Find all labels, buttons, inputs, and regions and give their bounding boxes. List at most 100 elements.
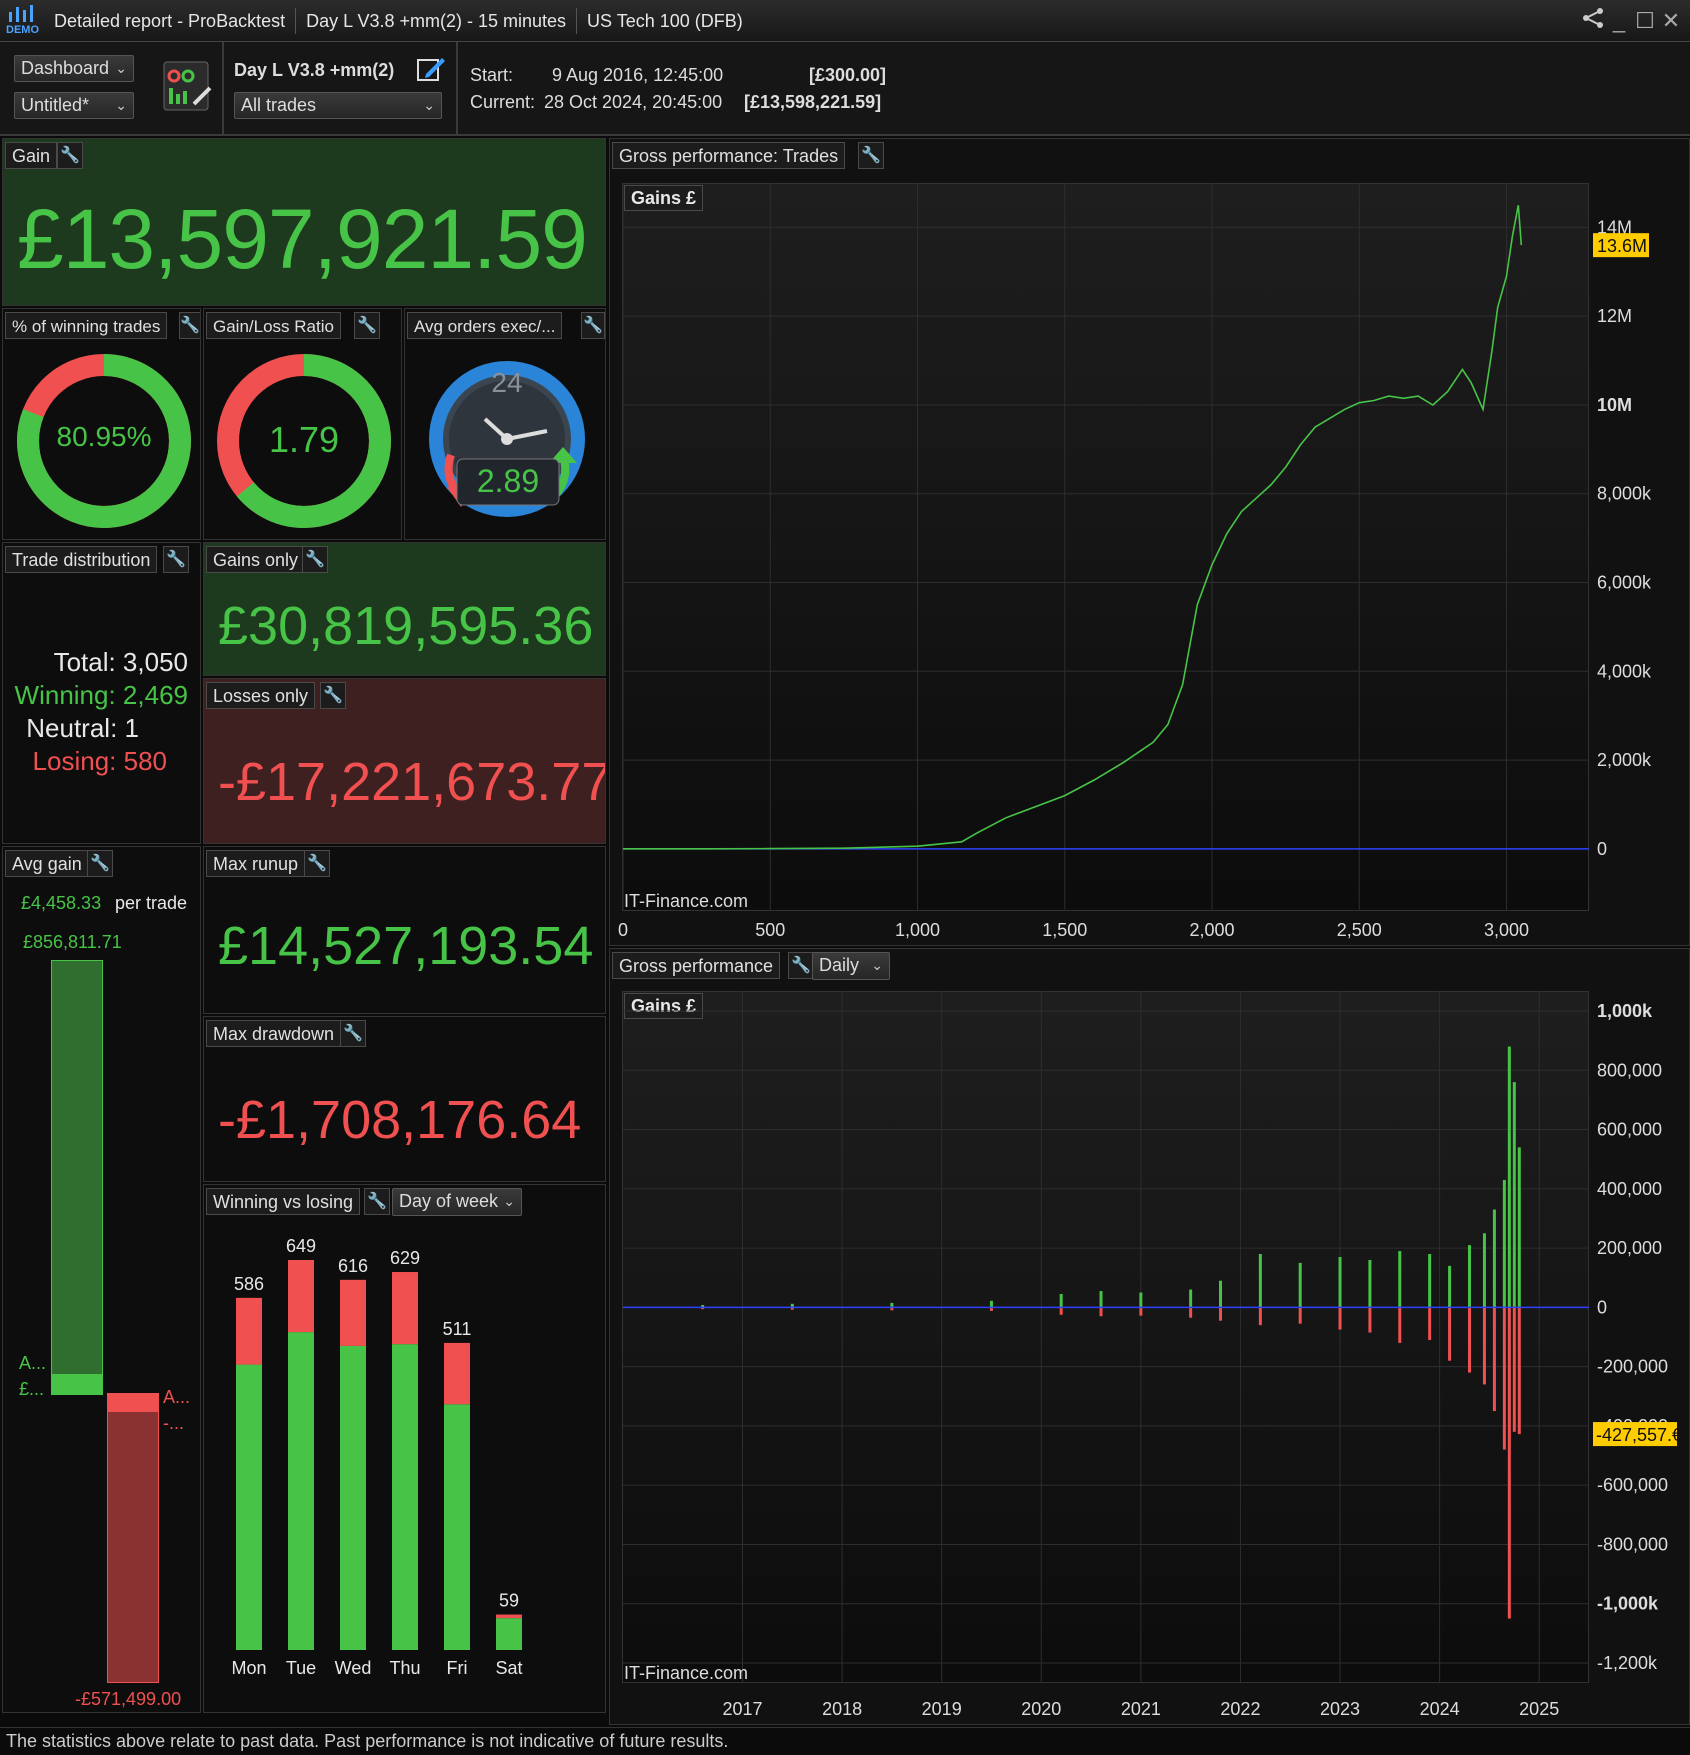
daily-gain-bar (1219, 1280, 1223, 1308)
y-tick-label: 1,000k (1597, 1001, 1653, 1021)
wrench-icon[interactable]: 🔧 (340, 1020, 366, 1047)
y-tick-label: 600,000 (1597, 1120, 1662, 1140)
losses-only-value: -£17,221,673.77 (218, 752, 606, 812)
y-tick-label: -800,000 (1597, 1534, 1668, 1554)
daily-loss-bar (1219, 1307, 1223, 1321)
layout-select-label: Untitled* (21, 95, 90, 115)
max-drawdown-panel: Max drawdown 🔧 -£1,708,176.64 (203, 1016, 606, 1182)
max-loss-bar (107, 1411, 159, 1683)
wrench-icon[interactable]: 🔧 (57, 142, 83, 169)
x-tick-label: 2020 (1021, 1699, 1061, 1719)
equity-line (623, 205, 1523, 850)
losing-bar (496, 1614, 522, 1619)
losing-trades: Losing: 580 (32, 746, 167, 776)
daily-gain-bar (1398, 1251, 1402, 1308)
strategy-title: Day L V3.8 +mm(2) - 15 minutes (296, 7, 578, 34)
current-value: [£13,598,221.59] (744, 92, 882, 112)
y-tick-label: 0 (1597, 839, 1607, 859)
wrench-icon[interactable]: 🔧 (320, 682, 346, 709)
winning-bar (392, 1344, 418, 1650)
daily-gain-bar (1448, 1265, 1452, 1308)
losses-only-title: Losses only (206, 682, 316, 709)
max-gain-label: £856,811.71 (23, 932, 122, 952)
trades-select-label: All trades (241, 95, 317, 115)
demo-label: DEMO (6, 23, 39, 36)
daily-loss-bar (1448, 1307, 1452, 1361)
share-icon[interactable] (1580, 7, 1606, 35)
daily-loss-bar (1298, 1307, 1302, 1324)
wrench-icon[interactable]: 🔧 (87, 850, 113, 877)
gain-title: Gain (5, 142, 58, 169)
disclaimer: The statistics above relate to past data… (0, 1727, 1690, 1755)
x-tick-label: 2018 (822, 1699, 862, 1719)
start-label: Start: (470, 65, 514, 85)
x-tick-label: 500 (755, 920, 785, 940)
wrench-icon[interactable]: 🔧 (581, 312, 605, 339)
avg-loss-bar (107, 1393, 159, 1411)
trades-select[interactable]: All trades ⌄ (234, 92, 442, 119)
day-label: Sat (495, 1658, 522, 1678)
gain-loss-ratio-title: Gain/Loss Ratio (206, 312, 341, 339)
close-icon[interactable]: ✕ (1658, 8, 1684, 34)
daily-gain-bar (1368, 1259, 1372, 1308)
gains-only-title: Gains only (206, 546, 306, 573)
daily-loss-bar (1492, 1307, 1496, 1412)
dashboard-select[interactable]: Dashboard ⌄ (14, 55, 134, 82)
layout-select[interactable]: Untitled* ⌄ (14, 92, 134, 119)
gain-loss-ratio-panel: Gain/Loss Ratio 🔧 1.79 (203, 308, 402, 540)
daily-loss-bar (1338, 1307, 1342, 1330)
x-tick-label: 2024 (1420, 1699, 1460, 1719)
avg-orders-panel: Avg orders exec/... 🔧 24 2.89 (404, 308, 606, 540)
y-tick-label: 12M (1597, 306, 1632, 326)
title-bar: DEMO Detailed report - ProBacktest Day L… (0, 0, 1690, 42)
daily-loss-bar (1502, 1307, 1506, 1450)
y-tick-label: -600,000 (1597, 1475, 1668, 1495)
report-settings-icon[interactable] (160, 58, 216, 116)
y-tick-label: 2,000k (1597, 750, 1652, 770)
wrench-icon[interactable]: 🔧 (163, 546, 189, 573)
watermark: IT-Finance.com (624, 891, 749, 911)
wrench-icon[interactable]: 🔧 (364, 1188, 390, 1215)
daily-loss-bar (1189, 1307, 1193, 1318)
bar-total-label: 59 (499, 1591, 519, 1611)
max-drawdown-value: -£1,708,176.64 (218, 1090, 582, 1150)
day-of-week-chart: 586 Mon 649 Tue 616 Wed 629 Thu 511 Fri 59 Sat (231, 1236, 522, 1678)
wrench-icon[interactable]: 🔧 (179, 312, 200, 339)
maximize-icon[interactable]: ☐ (1632, 8, 1658, 34)
daily-loss-bar (1517, 1307, 1521, 1435)
edit-icon[interactable] (416, 54, 446, 84)
group-by-select-label: Day of week (399, 1191, 499, 1211)
daily-gain-bar (1139, 1292, 1143, 1308)
bar-total-label: 629 (390, 1248, 420, 1268)
wrench-icon[interactable]: 🔧 (302, 546, 328, 573)
x-tick-label: 0 (618, 920, 628, 940)
wrench-icon[interactable]: 🔧 (304, 850, 330, 877)
daily-gain-bar (1189, 1289, 1193, 1308)
wrench-icon[interactable]: 🔧 (354, 312, 380, 339)
daily-gain-bar (1258, 1254, 1262, 1308)
daily-loss-bar (1368, 1307, 1372, 1333)
winning-vs-losing-panel: Winning vs losing 🔧 Day of week ⌄ 586 Mon 6… (203, 1184, 606, 1713)
max-runup-title: Max runup (206, 850, 306, 877)
gross-trades-chart: 02,000k4,000k6,000k8,000k10M12M14M0 500 1,… (618, 183, 1652, 940)
winning-pct-panel: % of winning trades 🔧 80.95% (2, 308, 201, 540)
y-tick-label: -200,000 (1597, 1357, 1668, 1377)
day-label: Tue (286, 1658, 316, 1678)
y-tick-label: 10M (1597, 395, 1632, 415)
last-value-tag-label: 13.6M (1597, 236, 1647, 256)
group-by-select[interactable]: Day of week ⌄ (392, 1188, 522, 1216)
winning-bar (340, 1345, 366, 1650)
gain-value: £13,597,921.59 (17, 192, 588, 286)
losing-bar (392, 1272, 418, 1345)
day-label: Mon (231, 1658, 266, 1678)
minimize-icon[interactable]: _ (1606, 8, 1632, 34)
demo-logo-icon: DEMO (6, 4, 44, 38)
total-trades: Total: 3,050 (53, 647, 188, 677)
day-label: Fri (447, 1658, 468, 1678)
strategy-name: Day L V3.8 +mm(2) (234, 60, 395, 80)
avg-gain-title: Avg gain (5, 850, 89, 877)
trade-distribution-panel: Trade distribution 🔧 Total: 3,050 Winnin… (2, 542, 201, 844)
daily-gain-bar (1492, 1209, 1496, 1308)
current-label: Current: (470, 92, 536, 112)
daily-loss-bar (1139, 1307, 1143, 1316)
